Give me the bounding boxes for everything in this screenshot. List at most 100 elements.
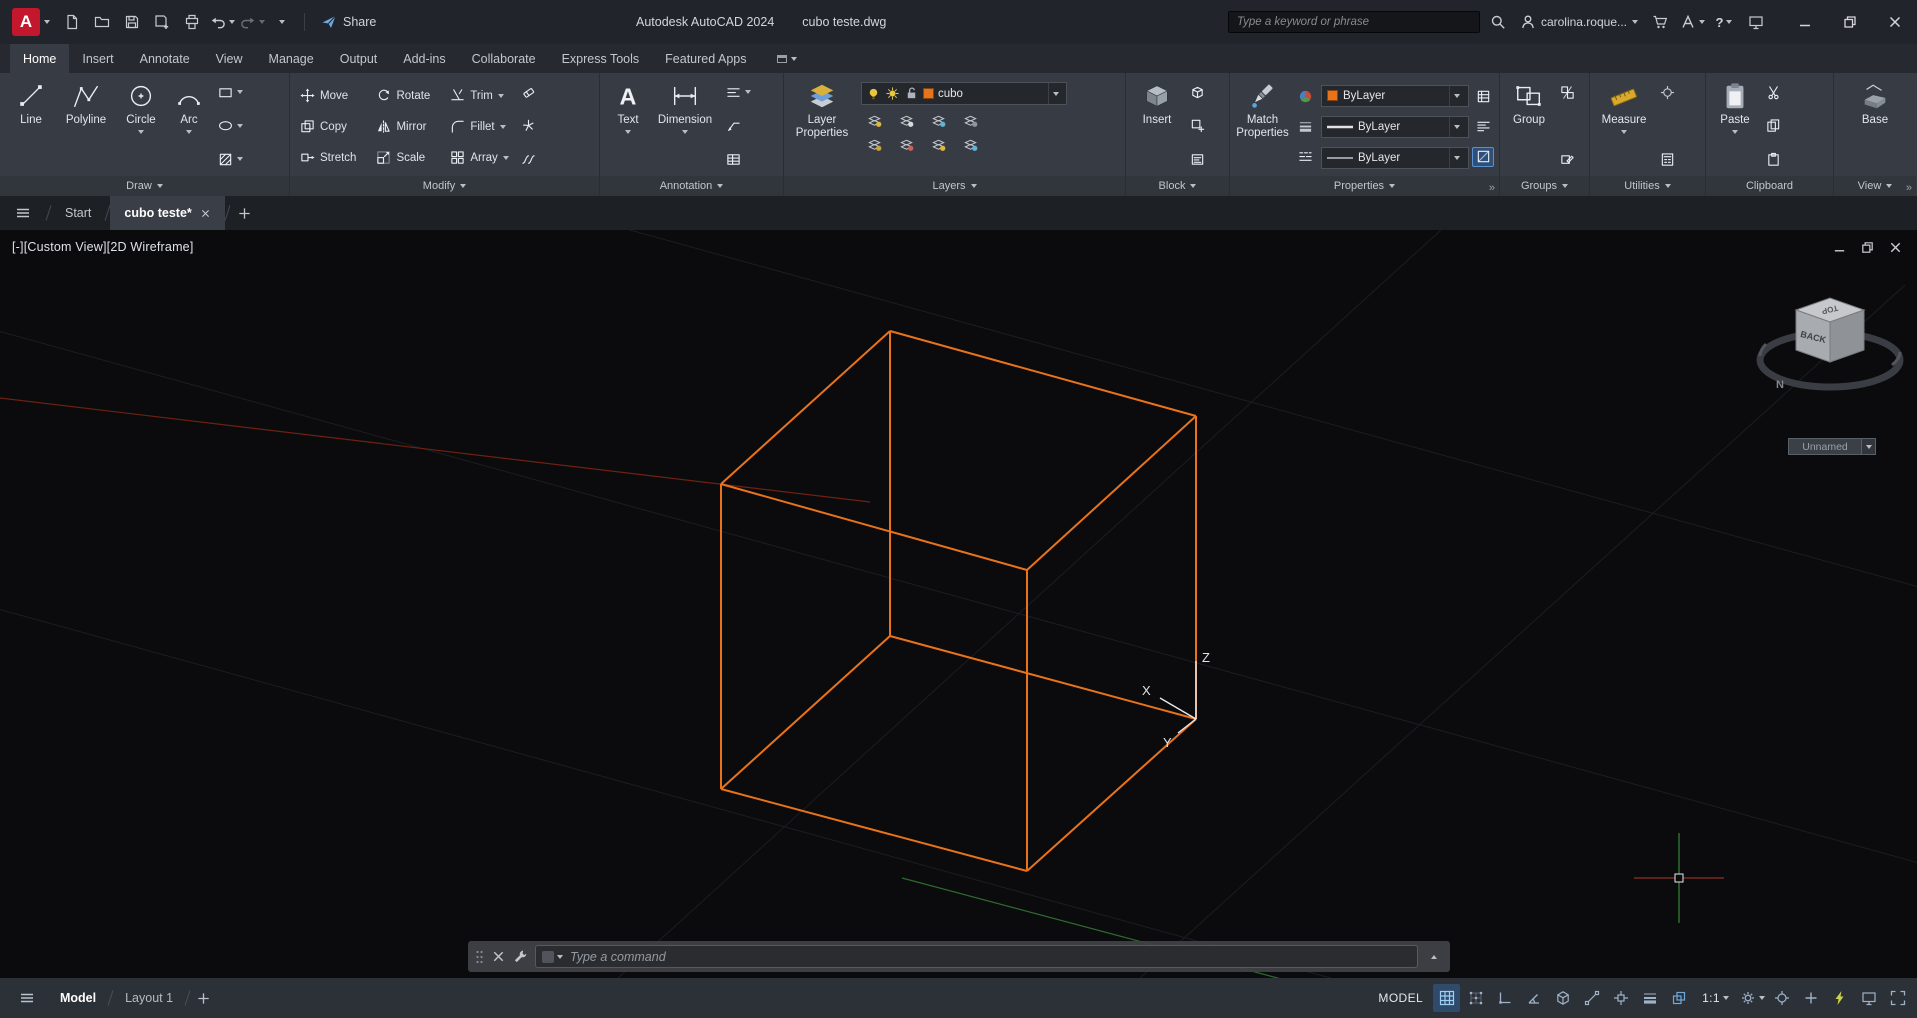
tab-insert[interactable]: Insert xyxy=(69,44,126,73)
workspace-switching-button[interactable] xyxy=(1739,984,1766,1012)
layout-menu-button[interactable] xyxy=(6,978,48,1018)
tab-featured-apps[interactable]: Featured Apps xyxy=(652,44,759,73)
redo-button[interactable] xyxy=(238,7,266,37)
paste-button[interactable]: Paste xyxy=(1711,77,1759,176)
command-placeholder[interactable]: Type a command xyxy=(570,950,666,964)
annotation-scale-button[interactable]: 1:1 xyxy=(1694,984,1737,1012)
polyline-button[interactable]: Polyline xyxy=(57,77,115,176)
graphics-performance-button[interactable] xyxy=(1826,984,1853,1012)
maximize-button[interactable] xyxy=(1827,0,1872,44)
grid-display-button[interactable] xyxy=(1433,984,1460,1012)
ellipse-button[interactable] xyxy=(215,115,246,137)
quick-calculator-button[interactable] xyxy=(1657,148,1678,170)
search-input[interactable] xyxy=(1237,16,1471,28)
layout1-tab[interactable]: Layout 1 xyxy=(113,978,185,1018)
close-button[interactable] xyxy=(1872,0,1917,44)
layer-unlock-all-button[interactable] xyxy=(959,134,981,154)
drawing-area[interactable]: Z X Y [-][Custom View][2D Wireframe] N xyxy=(0,230,1917,978)
layer-off-button[interactable] xyxy=(863,110,885,130)
modify-panel-label[interactable]: Modify xyxy=(290,176,599,196)
match-properties-button[interactable]: Match Properties xyxy=(1235,77,1290,176)
viewport-restore-icon[interactable] xyxy=(1860,240,1875,255)
save-button[interactable] xyxy=(118,7,146,37)
app-store-button[interactable] xyxy=(1646,7,1674,37)
layer-unisolate-button[interactable] xyxy=(863,134,885,154)
tab-cubo-teste[interactable]: cubo teste* xyxy=(110,196,224,230)
dimension-button[interactable]: Dimension xyxy=(651,77,719,176)
lineweight-display-button[interactable] xyxy=(1636,984,1663,1012)
drawing-viewport[interactable]: Z X Y xyxy=(0,230,1917,978)
tab-express-tools[interactable]: Express Tools xyxy=(549,44,653,73)
viewport-close-icon[interactable] xyxy=(1888,240,1903,255)
layer-select[interactable]: cubo xyxy=(861,82,1067,105)
viewport-controls-label[interactable]: [-][Custom View][2D Wireframe] xyxy=(12,240,194,254)
ucs-selector[interactable]: Unnamed xyxy=(1788,438,1876,455)
close-command-icon[interactable] xyxy=(491,949,506,964)
cut-button[interactable] xyxy=(1763,81,1784,103)
layer-thaw-all-button[interactable] xyxy=(927,134,949,154)
signed-in-user-button[interactable]: carolina.roque... xyxy=(1516,14,1642,30)
group-button[interactable]: Group xyxy=(1505,77,1553,176)
model-tab[interactable]: Model xyxy=(48,978,108,1018)
edit-block-button[interactable] xyxy=(1187,81,1208,103)
polar-tracking-button[interactable] xyxy=(1520,984,1547,1012)
open-button[interactable] xyxy=(88,7,116,37)
new-drawing-button[interactable] xyxy=(58,7,86,37)
insert-block-button[interactable]: Insert xyxy=(1131,77,1183,176)
layer-lock-button[interactable] xyxy=(959,110,981,130)
tab-manage[interactable]: Manage xyxy=(256,44,327,73)
isodraft-button[interactable] xyxy=(1549,984,1576,1012)
save-as-button[interactable] xyxy=(148,7,176,37)
annotation-visibility-button[interactable] xyxy=(1768,984,1795,1012)
autodesk-access-button[interactable] xyxy=(1678,7,1706,37)
customize-wrench-icon[interactable] xyxy=(513,949,528,964)
isolate-objects-button[interactable] xyxy=(1855,984,1882,1012)
text-button[interactable]: A Text xyxy=(605,77,651,176)
view-panel-label[interactable]: View» xyxy=(1834,176,1916,196)
array-button[interactable]: Array xyxy=(447,143,511,172)
new-layout-button[interactable] xyxy=(190,991,216,1006)
dimension-style-button[interactable] xyxy=(723,81,754,103)
tab-output[interactable]: Output xyxy=(327,44,391,73)
base-view-button[interactable]: Base xyxy=(1849,77,1901,176)
command-history-button[interactable] xyxy=(1425,955,1443,959)
app-menu-button[interactable]: A xyxy=(6,0,56,44)
group-edit-button[interactable] xyxy=(1557,148,1578,170)
linetype-select[interactable]: ByLayer xyxy=(1321,147,1469,169)
object-snap-button[interactable] xyxy=(1607,984,1634,1012)
object-color-select[interactable]: ByLayer xyxy=(1321,85,1469,107)
copy-button[interactable]: Copy xyxy=(297,112,359,141)
snap-mode-button[interactable] xyxy=(1462,984,1489,1012)
layer-freeze-button[interactable] xyxy=(927,110,949,130)
tab-view[interactable]: View xyxy=(203,44,256,73)
lineweight-select[interactable]: ByLayer xyxy=(1321,116,1469,138)
add-scales-button[interactable] xyxy=(1797,984,1824,1012)
viewcube-north-label[interactable]: N xyxy=(1776,379,1784,391)
tab-annotate[interactable]: Annotate xyxy=(127,44,203,73)
tab-home[interactable]: Home xyxy=(10,44,69,73)
paste-special-button[interactable] xyxy=(1763,148,1784,170)
move-button[interactable]: Move xyxy=(297,81,359,110)
new-tab-button[interactable] xyxy=(230,196,260,230)
clean-screen-button[interactable] xyxy=(1884,984,1911,1012)
selection-cycling-button[interactable] xyxy=(1665,984,1692,1012)
ortho-mode-button[interactable] xyxy=(1491,984,1518,1012)
annotation-panel-label[interactable]: Annotation xyxy=(600,176,783,196)
share-button[interactable]: Share xyxy=(313,14,384,30)
viewcube[interactable]: N TOP BACK Unnamed xyxy=(1752,286,1908,466)
ucs-icon[interactable] xyxy=(1160,661,1196,733)
stretch-button[interactable]: Stretch xyxy=(297,143,359,172)
explode-button[interactable] xyxy=(518,115,539,137)
mirror-button[interactable]: Mirror xyxy=(373,112,433,141)
layer-match-button[interactable] xyxy=(895,134,917,154)
tab-start[interactable]: Start xyxy=(51,196,105,230)
customize-quick-access-button[interactable] xyxy=(268,7,296,37)
plot-button[interactable] xyxy=(178,7,206,37)
rectangle-button[interactable] xyxy=(215,81,246,103)
panel-expand-icon[interactable]: » xyxy=(1906,182,1912,194)
desktop-connector-button[interactable] xyxy=(1742,7,1770,37)
line-button[interactable]: Line xyxy=(5,77,57,176)
measure-button[interactable]: Measure xyxy=(1595,77,1653,176)
object-snap-tracking-button[interactable] xyxy=(1578,984,1605,1012)
ribbon-options-button[interactable] xyxy=(769,44,805,73)
